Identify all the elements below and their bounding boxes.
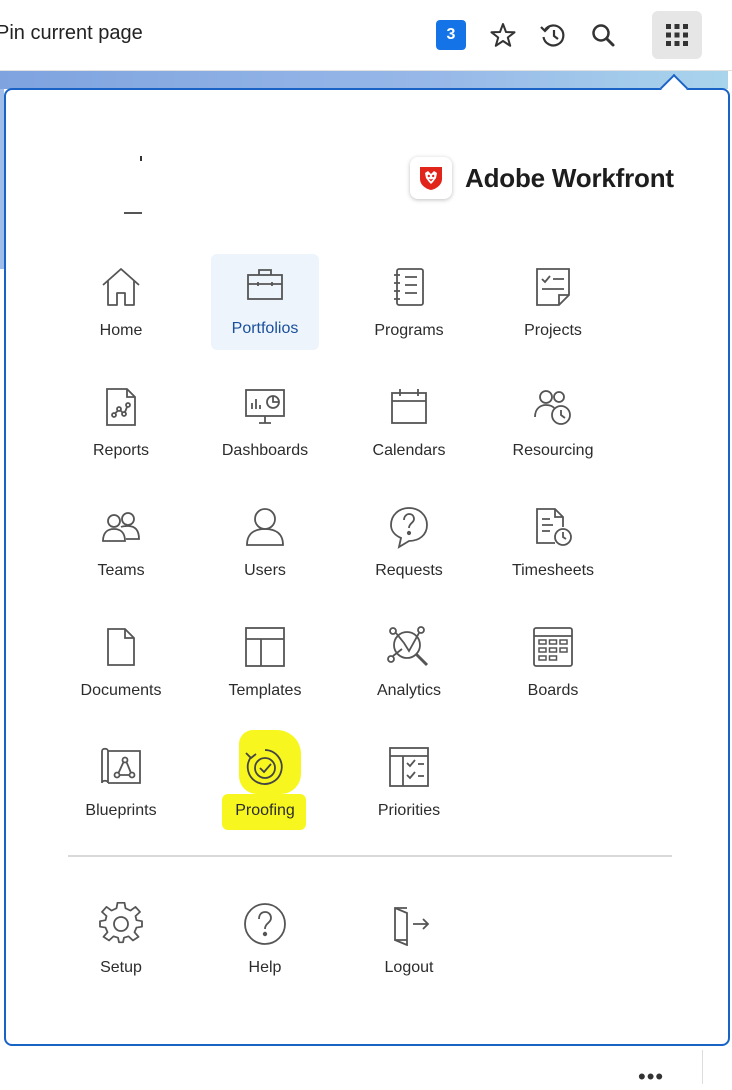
menu-item-label: Programs	[374, 322, 444, 339]
user-avatar-fragment	[140, 156, 142, 161]
menu-item-documents[interactable]: Documents	[67, 616, 175, 712]
menu-item-help[interactable]: Help	[211, 893, 319, 989]
pin-current-page-link[interactable]: Pin current page	[0, 22, 143, 45]
menu-item-requests[interactable]: Requests	[355, 496, 463, 592]
menu-item-label: Documents	[80, 682, 162, 699]
gear-icon	[96, 899, 146, 949]
menu-item-label: Reports	[92, 442, 150, 459]
document-icon	[96, 622, 146, 672]
menu-item-label: Blueprints	[85, 802, 157, 819]
menu-item-teams[interactable]: Teams	[67, 496, 175, 592]
brand-name: Adobe Workfront	[465, 162, 674, 193]
notification-count-badge[interactable]: 3	[436, 20, 466, 50]
menu-item-label: Teams	[97, 562, 145, 579]
resourcing-icon	[528, 382, 578, 432]
help-icon	[240, 899, 290, 949]
reports-icon	[96, 382, 146, 432]
page-header-gradient	[0, 71, 728, 89]
menu-item-label: Projects	[524, 322, 582, 339]
calendar-icon	[384, 382, 434, 432]
menu-item-label: Dashboards	[221, 442, 309, 459]
workfront-logo-icon	[410, 157, 452, 199]
menu-item-label: Resourcing	[512, 442, 594, 459]
dashboards-icon	[240, 382, 290, 432]
timesheets-icon	[528, 502, 578, 552]
proofing-icon	[240, 742, 290, 792]
menu-item-timesheets[interactable]: Timesheets	[499, 496, 607, 592]
menu-item-label: Users	[244, 562, 286, 579]
menu-item-label: Templates	[228, 682, 302, 699]
menu-item-label: Proofing	[235, 802, 295, 819]
menu-item-proofing[interactable]: Proofing	[211, 736, 319, 832]
programs-icon	[384, 262, 434, 312]
menu-item-resourcing[interactable]: Resourcing	[499, 376, 607, 472]
more-options-icon[interactable]: •••	[638, 1064, 664, 1090]
menu-item-logout[interactable]: Logout	[355, 893, 463, 989]
menu-item-projects[interactable]: Projects	[499, 256, 607, 352]
user-icon	[240, 502, 290, 552]
main-menu-panel: Adobe Workfront Home Portfolios Programs…	[4, 88, 730, 1046]
menu-item-dashboards[interactable]: Dashboards	[211, 376, 319, 472]
grid-menu-icon	[666, 24, 688, 46]
menu-item-home[interactable]: Home	[67, 256, 175, 352]
portfolio-icon	[240, 260, 290, 310]
menu-item-label: Portfolios	[231, 320, 299, 337]
search-icon[interactable]	[586, 18, 620, 52]
menu-item-reports[interactable]: Reports	[67, 376, 175, 472]
menu-item-priorities[interactable]: Priorities	[355, 736, 463, 832]
logout-icon	[384, 899, 434, 949]
menu-item-label: Help	[248, 959, 282, 976]
priorities-icon	[384, 742, 434, 792]
teams-icon	[96, 502, 146, 552]
menu-item-label: Home	[99, 322, 143, 339]
projects-icon	[528, 262, 578, 312]
blueprints-icon	[96, 742, 146, 792]
history-icon[interactable]	[536, 18, 570, 52]
menu-item-portfolios[interactable]: Portfolios	[211, 254, 319, 350]
menu-item-users[interactable]: Users	[211, 496, 319, 592]
menu-item-templates[interactable]: Templates	[211, 616, 319, 712]
background-edge	[702, 1050, 703, 1084]
menu-item-boards[interactable]: Boards	[499, 616, 607, 712]
menu-item-label: Logout	[384, 959, 434, 976]
menu-item-label: Boards	[527, 682, 579, 699]
grid-menu-button[interactable]	[652, 11, 702, 59]
user-name-fragment	[124, 212, 142, 214]
brand: Adobe Workfront	[410, 156, 674, 200]
menu-item-label: Requests	[375, 562, 443, 579]
boards-icon	[528, 622, 578, 672]
analytics-icon	[384, 622, 434, 672]
requests-icon	[384, 502, 434, 552]
star-icon[interactable]	[486, 18, 520, 52]
menu-item-label: Analytics	[376, 682, 442, 699]
top-bar: Pin current page 3	[0, 0, 732, 71]
menu-item-calendars[interactable]: Calendars	[355, 376, 463, 472]
menu-item-label: Priorities	[377, 802, 441, 819]
menu-item-label: Calendars	[372, 442, 446, 459]
menu-item-label: Setup	[100, 959, 142, 976]
home-icon	[96, 262, 146, 312]
divider	[68, 855, 672, 857]
menu-item-setup[interactable]: Setup	[67, 893, 175, 989]
menu-item-analytics[interactable]: Analytics	[355, 616, 463, 712]
templates-icon	[240, 622, 290, 672]
menu-item-label: Timesheets	[511, 562, 595, 579]
menu-item-blueprints[interactable]: Blueprints	[67, 736, 175, 832]
menu-item-programs[interactable]: Programs	[355, 256, 463, 352]
